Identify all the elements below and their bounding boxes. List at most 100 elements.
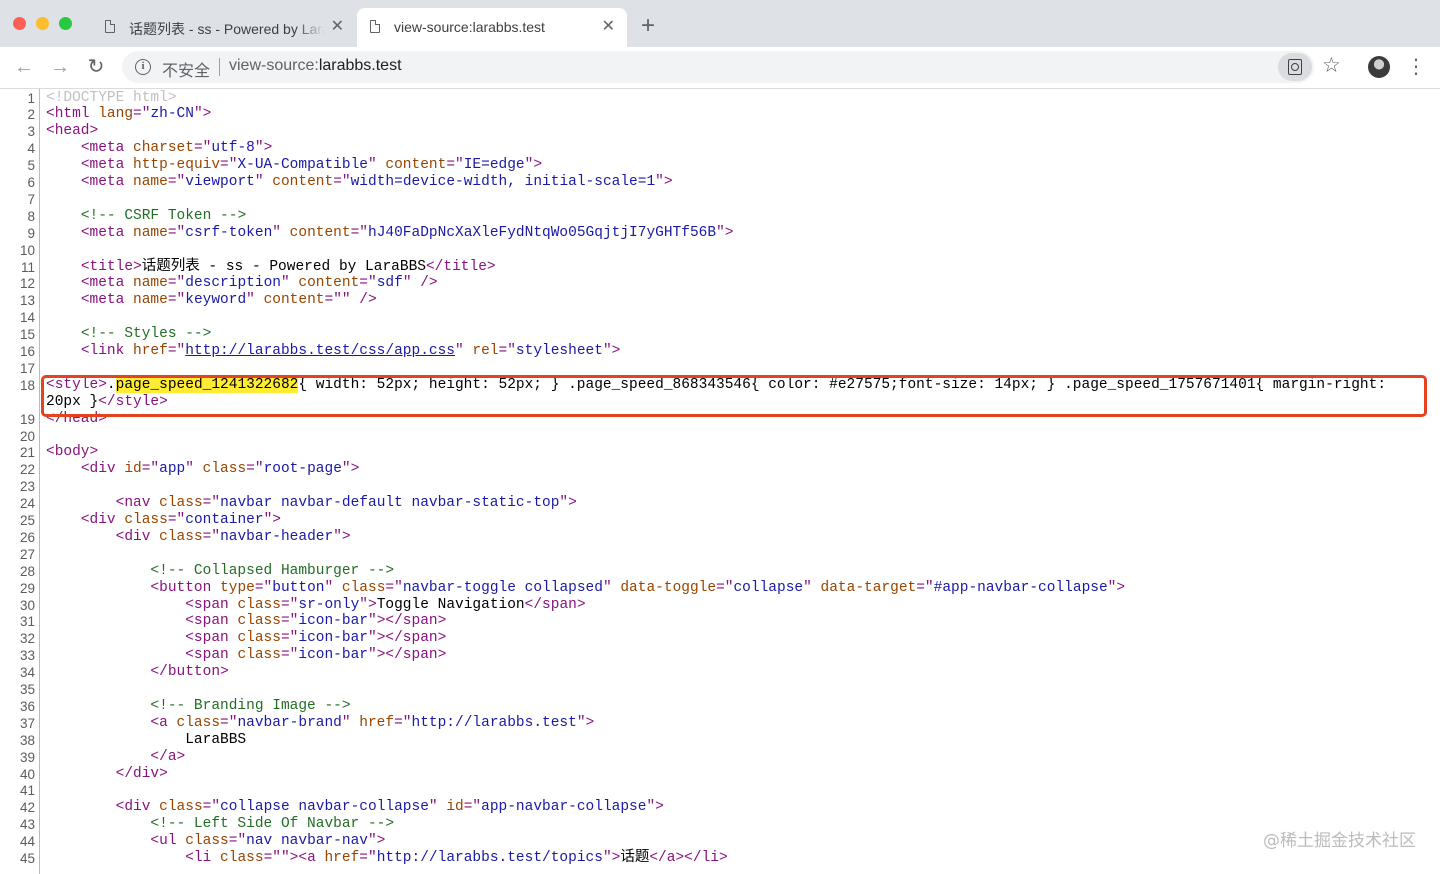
code-token: lang — [98, 106, 134, 123]
line-code: <div class="navbar-header"> — [46, 529, 351, 546]
line-number: 43 — [19, 817, 35, 833]
code-token: icon-bar — [298, 647, 368, 664]
line-code: <span class="icon-bar"></span> — [46, 613, 446, 630]
source-line: 36 <!-- Branding Image --> — [0, 698, 1440, 715]
code-token: 话题 — [620, 850, 650, 866]
line-code: LaraBBS — [46, 732, 246, 749]
kebab-menu-icon[interactable]: ⋮ — [1406, 54, 1426, 80]
code-token: 话题列表 - ss - Powered by LaraBBS — [141, 258, 426, 275]
code-token: ="" /> — [324, 292, 377, 309]
star-icon[interactable]: ☆ — [1322, 54, 1341, 78]
reload-icon[interactable]: ↻ — [86, 57, 106, 77]
code-token: " — [602, 579, 621, 596]
arrow-right-icon[interactable]: → — [50, 57, 70, 77]
code-token: </div> — [115, 765, 168, 782]
code-token: =" — [350, 224, 368, 241]
source-line: 30 <span class="sr-only">Toggle Navigati… — [0, 597, 1440, 614]
window-zoom-button[interactable] — [59, 17, 72, 30]
code-token: stylesheet — [515, 343, 603, 359]
source-line: 15 <!-- Styles --> — [0, 326, 1440, 343]
close-icon[interactable]: ✕ — [331, 18, 344, 36]
window-minimize-button[interactable] — [36, 17, 49, 30]
source-line: 5 <meta http-equiv="X-UA-Compatible" con… — [0, 157, 1440, 174]
line-code: <!-- Branding Image --> — [46, 698, 350, 715]
code-token: "> — [254, 140, 273, 157]
code-token: utf-8 — [211, 140, 255, 157]
code-token: http://larabbs.test — [411, 714, 577, 731]
code-token: <meta — [80, 275, 134, 292]
code-token: =" — [193, 140, 212, 157]
code-token: "> — [359, 596, 377, 613]
line-code: <!-- Collapsed Hamburger --> — [46, 563, 394, 580]
code-token: =" — [280, 630, 299, 647]
code-token: =" — [167, 174, 186, 190]
line-number: 32 — [19, 631, 35, 647]
code-token: =""><a — [263, 850, 325, 866]
code-token: " — [455, 343, 473, 359]
search-page-button[interactable] — [1278, 53, 1312, 81]
line-code: <meta name="csrf-token" content="hJ40FaD… — [46, 224, 734, 242]
line-code: <!-- Styles --> — [46, 326, 212, 343]
avatar[interactable] — [1368, 56, 1390, 78]
code-token: class — [159, 528, 203, 545]
code-token: <!-- Left Side Of Navbar --> — [150, 816, 395, 833]
code-token: "> — [559, 495, 577, 512]
code-token: name — [133, 174, 168, 190]
close-icon[interactable]: ✕ — [602, 18, 615, 36]
line-number: 29 — [19, 580, 35, 596]
line-number: 15 — [19, 327, 35, 343]
code-token: =" — [220, 157, 238, 174]
line-number: 42 — [19, 800, 35, 816]
plus-icon[interactable]: + — [641, 13, 655, 39]
code-token: " — [185, 461, 203, 478]
code-token: =" — [716, 579, 734, 596]
code-token: Toggle Navigation — [376, 596, 525, 613]
code-token: "> — [341, 461, 360, 478]
code-token: =" — [463, 799, 482, 816]
code-token: "> — [602, 343, 621, 359]
line-number: 22 — [19, 462, 35, 478]
url-text[interactable]: view-source:larabbs.test — [229, 57, 402, 75]
line-code: </div> — [46, 766, 168, 783]
code-token: "> — [193, 106, 212, 123]
code-token: container — [185, 512, 264, 528]
line-number: 37 — [19, 715, 35, 731]
source-line: 43 <!-- Left Side Of Navbar --> — [0, 816, 1440, 833]
line-number: 19 — [19, 411, 35, 427]
line-number: 14 — [19, 310, 35, 326]
arrow-left-icon[interactable]: ← — [14, 57, 34, 77]
code-token: "></span> — [368, 630, 447, 647]
line-code: <span class="icon-bar"></span> — [46, 630, 446, 647]
line-code: </a> — [46, 749, 185, 766]
line-code: <head> — [46, 123, 98, 140]
code-token: " — [428, 799, 447, 816]
source-link[interactable]: http://larabbs.test/css/app.css — [185, 343, 455, 359]
tab-view-source[interactable]: view-source:larabbs.test ✕ — [357, 8, 627, 47]
tab-topics[interactable]: 话题列表 - ss - Powered by LaraBBS ✕ — [92, 8, 356, 47]
code-token: <link — [80, 343, 134, 359]
code-token: =" — [916, 579, 934, 596]
source-line: 23 — [0, 478, 1440, 495]
code-token: =" — [141, 461, 160, 478]
document-icon — [105, 19, 116, 33]
code-token: <span — [185, 630, 238, 647]
window-close-button[interactable] — [13, 17, 26, 30]
line-number: 20 — [19, 428, 35, 444]
code-token: "> — [655, 174, 673, 190]
line-code: <body> — [46, 444, 98, 461]
source-line: 44 <ul class="nav navbar-nav"> — [0, 833, 1440, 850]
code-token: navbar-toggle collapsed — [402, 579, 603, 596]
source-line: 12 <meta name="description" content="sdf… — [0, 275, 1440, 292]
code-token: =" — [167, 343, 186, 359]
source-line: 16 <link href="http://larabbs.test/css/a… — [0, 343, 1440, 360]
address-bar[interactable]: i 不安全 view-source:larabbs.test — [122, 51, 1314, 83]
security-label[interactable]: 不安全 — [162, 57, 210, 81]
code-token: zh-CN — [150, 106, 194, 123]
info-icon[interactable]: i — [135, 59, 151, 75]
